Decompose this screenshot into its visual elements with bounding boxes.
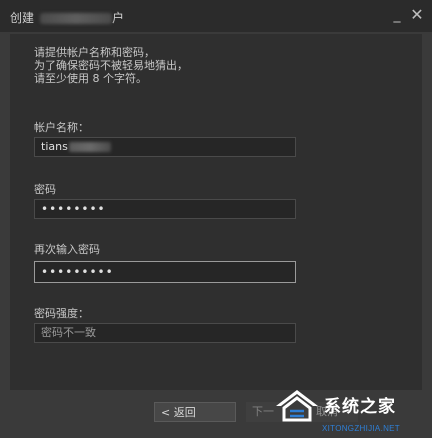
intro-line-3: 请至少使用 8 个字符。 (34, 72, 147, 85)
password-strength-field: 密码不一致 (34, 323, 296, 343)
password-label: 密码 (34, 183, 56, 196)
blurred-title-part (40, 13, 113, 24)
confirm-password-input[interactable]: ••••••••• (34, 261, 296, 283)
watermark: 系统之家 XITONGZHIJIA.NET (272, 382, 432, 438)
account-name-input[interactable]: tians (34, 137, 296, 157)
watermark-brand: 系统之家 (324, 397, 396, 417)
window-title: 创建 户 (10, 9, 124, 26)
intro-line-1: 请提供帐户名称和密码， (34, 46, 155, 59)
window-title-text: 创建 (10, 11, 35, 25)
account-name-label: 帐户名称： (34, 121, 89, 134)
watermark-logo-icon (276, 390, 318, 422)
back-button[interactable]: < 返回 (154, 402, 236, 422)
title-bar: 创建 户 _ ✕ (0, 0, 432, 32)
password-strength-label: 密码强度： (34, 307, 89, 320)
window-title-suffix: 户 (112, 11, 125, 25)
intro-line-2: 为了确保密码不被轻易地猜出， (34, 59, 188, 72)
password-input[interactable]: •••••••• (34, 199, 296, 219)
confirm-password-label: 再次输入密码 (34, 243, 100, 256)
watermark-url: XITONGZHIJIA.NET (322, 424, 400, 433)
account-name-value: tians (41, 140, 68, 153)
minimize-button[interactable]: _ (388, 6, 406, 24)
close-button[interactable]: ✕ (408, 6, 426, 24)
intro-text: 请提供帐户名称和密码， 为了确保密码不被轻易地猜出， 请至少使用 8 个字符。 (34, 46, 188, 85)
blurred-username-part (68, 142, 111, 152)
